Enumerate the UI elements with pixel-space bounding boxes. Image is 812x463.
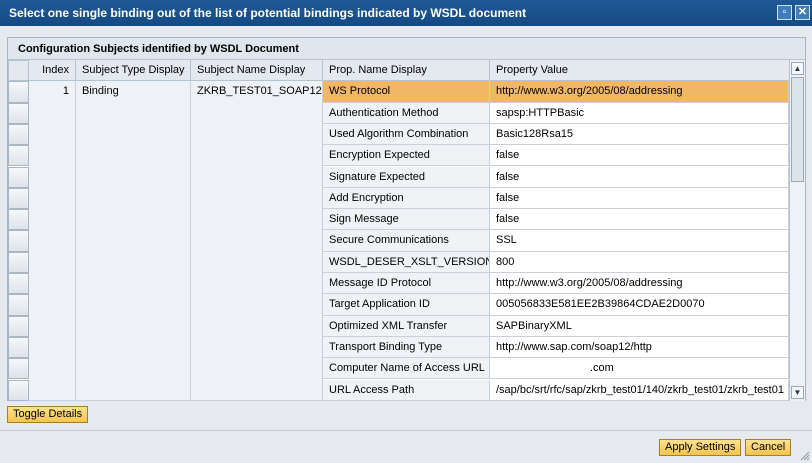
subject-name-cell: ZKRB_TEST01_SOAP12 xyxy=(191,81,323,401)
row-selector[interactable] xyxy=(8,251,29,273)
resize-grip-icon[interactable] xyxy=(800,451,810,461)
row-selector[interactable] xyxy=(8,102,29,124)
prop-name-cell: Authentication Method xyxy=(323,102,490,124)
prop-name-cell: Used Algorithm Combination xyxy=(323,123,490,146)
scroll-down-icon[interactable]: ▼ xyxy=(791,386,804,399)
prop-name-cell: Message ID Protocol xyxy=(323,273,490,295)
prop-name-cell: Signature Expected xyxy=(323,166,490,188)
row-selector[interactable] xyxy=(8,187,29,210)
row-selector[interactable] xyxy=(8,379,29,401)
property-value-cell: sapsp:HTTPBasic xyxy=(490,102,789,124)
property-value-cell: /sap/bc/srt/rfc/sap/zkrb_test01/140/zkrb… xyxy=(490,379,789,401)
property-value-cell: http://www.w3.org/2005/08/addressing xyxy=(490,273,789,295)
footer-divider xyxy=(0,430,812,431)
row-selector[interactable] xyxy=(8,81,29,103)
property-value-cell: SSL xyxy=(490,230,789,252)
row-selector[interactable] xyxy=(8,145,29,167)
property-value-cell: false xyxy=(490,187,789,210)
row-selector[interactable] xyxy=(8,294,29,316)
row-selector[interactable] xyxy=(8,315,29,337)
property-value-cell: false xyxy=(490,209,789,231)
prop-name-cell: Secure Communications xyxy=(323,230,490,252)
property-value-cell: SAPBinaryXML xyxy=(490,315,789,337)
row-selector[interactable] xyxy=(8,209,29,231)
property-value-cell: Basic128Rsa15 xyxy=(490,123,789,146)
prop-name-cell: WS Protocol xyxy=(323,81,490,103)
panel-header: Configuration Subjects identified by WSD… xyxy=(8,38,805,60)
bindings-table: Index Subject Type Display Subject Name … xyxy=(8,60,789,401)
title-bar: Select one single binding out of the lis… xyxy=(0,0,812,26)
prop-name-cell: Target Application ID xyxy=(323,294,490,316)
property-value-cell: http://www.sap.com/soap12/http xyxy=(490,336,789,359)
prop-name-cell: Computer Name of Access URL xyxy=(323,358,490,380)
property-value-cell: .com xyxy=(490,358,789,380)
row-selector[interactable] xyxy=(8,336,29,359)
vertical-scrollbar[interactable]: ▲ ▼ xyxy=(789,60,805,401)
subject-index-cell: 1 xyxy=(29,81,76,401)
scroll-up-icon[interactable]: ▲ xyxy=(791,62,804,75)
prop-name-cell: WSDL_DESER_XSLT_VERSION xyxy=(323,251,490,273)
column-header-subject-type[interactable]: Subject Type Display xyxy=(76,60,191,82)
prop-name-cell: URL Access Path xyxy=(323,379,490,401)
row-selector[interactable] xyxy=(8,123,29,146)
prop-name-cell: Optimized XML Transfer xyxy=(323,315,490,337)
subject-type-cell: Binding xyxy=(76,81,191,401)
row-selector[interactable] xyxy=(8,166,29,188)
column-header-property-value[interactable]: Property Value xyxy=(490,60,789,82)
column-header-prop-name[interactable]: Prop. Name Display xyxy=(323,60,490,82)
property-value-cell: false xyxy=(490,145,789,167)
row-selector[interactable] xyxy=(8,273,29,295)
property-value-cell: http://www.w3.org/2005/08/addressing xyxy=(490,81,789,103)
panel-title: Configuration Subjects identified by WSD… xyxy=(18,43,299,55)
column-header-index[interactable]: Index xyxy=(29,60,76,82)
row-selector[interactable] xyxy=(8,230,29,252)
prop-name-cell: Encryption Expected xyxy=(323,145,490,167)
prop-name-cell: Sign Message xyxy=(323,209,490,231)
cancel-button[interactable]: Cancel xyxy=(745,439,792,456)
window-icon[interactable]: ▫ xyxy=(777,5,792,20)
close-icon[interactable]: ✕ xyxy=(795,5,810,20)
configuration-panel: Configuration Subjects identified by WSD… xyxy=(7,37,806,401)
select-all-cell[interactable] xyxy=(8,60,29,82)
prop-name-cell: Add Encryption xyxy=(323,187,490,210)
property-value-cell: 005056833E581EE2B39864CDAE2D0070 xyxy=(490,294,789,316)
prop-name-cell: Transport Binding Type xyxy=(323,336,490,359)
scroll-thumb[interactable] xyxy=(791,77,804,182)
row-selector[interactable] xyxy=(8,358,29,380)
window-title: Select one single binding out of the lis… xyxy=(9,6,527,20)
column-header-subject-name[interactable]: Subject Name Display xyxy=(191,60,323,82)
property-value-cell: 800 xyxy=(490,251,789,273)
toggle-details-button[interactable]: Toggle Details xyxy=(7,406,89,423)
table-header-row: Index Subject Type Display Subject Name … xyxy=(8,60,789,82)
property-value-cell: false xyxy=(490,166,789,188)
apply-settings-button[interactable]: Apply Settings xyxy=(659,439,742,456)
